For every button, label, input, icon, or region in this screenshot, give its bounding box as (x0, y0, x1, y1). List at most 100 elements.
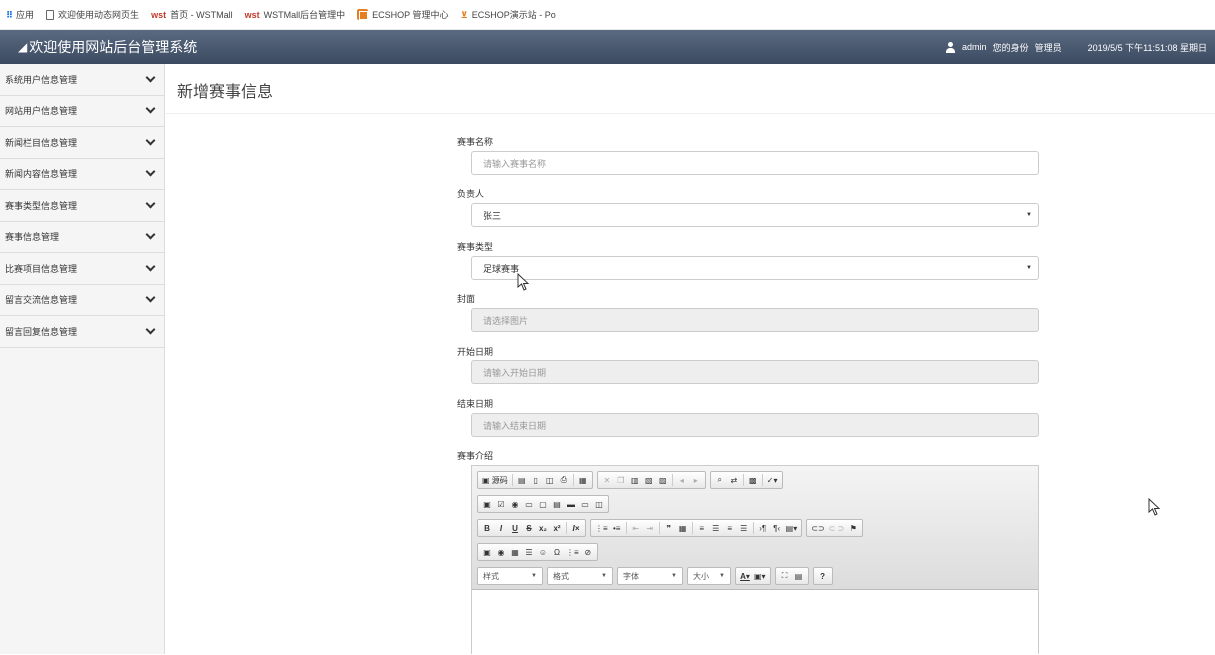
end-date-input[interactable]: 请输入结束日期 (471, 413, 1039, 437)
redo-icon[interactable]: ▸ (689, 472, 703, 488)
bookmark-ecshop-demo[interactable]: ⊻ ECSHOP演示站 - Po (460, 8, 555, 21)
flash-icon[interactable]: ◉ (494, 544, 508, 560)
sidebar-item-competition-items[interactable]: 比赛项目信息管理 (0, 253, 164, 285)
bookmark-wstmall-admin[interactable]: wst WSTMall后台管理中 (245, 8, 346, 21)
help-button[interactable]: ? (816, 568, 830, 584)
image-icon[interactable]: ▣ (480, 544, 494, 560)
div-container-icon[interactable]: ▦ (676, 520, 690, 536)
sidebar-item-event-types[interactable]: 赛事类型信息管理 (0, 190, 164, 222)
apps-icon: ⠿ (6, 9, 13, 20)
source-button[interactable]: ▣ 源码 (480, 472, 510, 488)
divider (166, 113, 1215, 114)
image-button-icon[interactable]: ▭ (578, 496, 592, 512)
sidebar-item-site-users[interactable]: 网站用户信息管理 (0, 95, 164, 127)
rtl-icon[interactable]: ¶‹ (770, 520, 784, 536)
paste-icon[interactable]: ▥ (628, 472, 642, 488)
toolbar-separator (671, 474, 673, 486)
remove-format-icon[interactable]: I× (569, 520, 583, 536)
table-icon[interactable]: ▦ (508, 544, 522, 560)
numbered-list-icon[interactable]: ⋮≡ (593, 520, 610, 536)
button-field-icon[interactable]: ▬ (564, 496, 578, 512)
align-right-icon[interactable]: ≡ (723, 520, 737, 536)
templates-icon[interactable]: ▦ (576, 472, 590, 488)
toolbar-separator (752, 522, 754, 534)
undo-icon[interactable]: ◂ (675, 472, 689, 488)
chevron-down-icon (145, 198, 156, 209)
select-all-icon[interactable]: ▩ (746, 472, 760, 488)
caret-down-icon: ▼ (531, 573, 537, 579)
event-name-input[interactable]: 请输入赛事名称 (471, 151, 1039, 175)
radio-icon[interactable]: ◉ (508, 496, 522, 512)
toolbar-group-paragraph: ⋮≡ •≡ ⇤ ⇥ ❞ ▦ ≡ ☰ ≡ ☰ ›¶ ¶‹ ▤▾ (590, 519, 803, 537)
cut-icon[interactable]: ✕ (600, 472, 614, 488)
save-icon[interactable]: ▤ (515, 472, 529, 488)
align-left-icon[interactable]: ≡ (695, 520, 709, 536)
find-icon[interactable]: ⌕ (713, 472, 727, 488)
event-type-select[interactable]: 足球赛事 ▼ (471, 256, 1039, 280)
subscript-icon[interactable]: x₂ (536, 520, 550, 536)
sidebar-item-events[interactable]: 赛事信息管理 (0, 221, 164, 253)
size-select[interactable]: 大小 ▼ (687, 567, 731, 585)
paste-text-icon[interactable]: ▧ (642, 472, 656, 488)
new-page-icon[interactable]: ▯ (529, 472, 543, 488)
cover-input[interactable]: 请选择图片 (471, 308, 1039, 332)
text-field-icon[interactable]: ▭ (522, 496, 536, 512)
indent-icon[interactable]: ⇥ (643, 520, 657, 536)
format-select[interactable]: 格式 ▼ (547, 567, 613, 585)
blockquote-icon[interactable]: ❞ (662, 520, 676, 536)
language-icon[interactable]: ▤▾ (784, 520, 800, 536)
select-field-icon[interactable]: ▤ (550, 496, 564, 512)
preview-icon[interactable]: ◫ (543, 472, 557, 488)
sidebar-item-system-users[interactable]: 系统用户信息管理 (0, 64, 164, 96)
font-select[interactable]: 字体 ▼ (617, 567, 683, 585)
form-icon[interactable]: ▣ (480, 496, 494, 512)
checkbox-icon[interactable]: ☑ (494, 496, 508, 512)
anchor-flag-icon[interactable]: ⚑ (846, 520, 860, 536)
bookmark-ecshop-admin[interactable]: ECSHOP 管理中心 (357, 8, 448, 21)
sidebar-item-news-columns[interactable]: 新闻栏目信息管理 (0, 127, 164, 159)
italic-icon[interactable]: I (494, 520, 508, 536)
bookmark-welcome[interactable]: 欢迎使用动态网页生 (46, 8, 139, 21)
text-color-icon[interactable]: A▾ (738, 568, 752, 584)
bulleted-list-icon[interactable]: •≡ (610, 520, 624, 536)
underline-icon[interactable]: U (508, 520, 522, 536)
iframe-icon[interactable]: ⊘ (581, 544, 595, 560)
bookmark-wstmall-home[interactable]: wst 首页 - WSTMall (151, 8, 233, 21)
start-date-input[interactable]: 请输入开始日期 (471, 360, 1039, 384)
print-icon[interactable]: ⎙ (557, 472, 571, 488)
field-label-start-date: 开始日期 (457, 347, 494, 357)
sidebar-item-messages[interactable]: 留言交流信息管理 (0, 284, 164, 316)
editor-content-area[interactable] (472, 590, 1038, 655)
page-break-icon[interactable]: ⋮≡ (564, 544, 581, 560)
outdent-icon[interactable]: ⇤ (629, 520, 643, 536)
copy-icon[interactable]: ❐ (614, 472, 628, 488)
link-icon[interactable]: ⊂⊃ (809, 520, 826, 536)
hidden-field-icon[interactable]: ◫ (592, 496, 606, 512)
strikethrough-icon[interactable]: S (522, 520, 536, 536)
sidebar-item-news-content[interactable]: 新闻内容信息管理 (0, 158, 164, 190)
manager-select[interactable]: 张三 ▼ (471, 203, 1039, 227)
show-blocks-icon[interactable]: ▤ (792, 568, 806, 584)
maximize-icon[interactable]: ⛶ (778, 568, 792, 584)
superscript-icon[interactable]: x² (550, 520, 564, 536)
align-center-icon[interactable]: ☰ (709, 520, 723, 536)
page-title: 新增赛事信息 (177, 84, 274, 101)
sidebar-item-replies[interactable]: 留言回复信息管理 (0, 316, 164, 348)
paste-word-icon[interactable]: ▨ (656, 472, 670, 488)
bold-icon[interactable]: B (480, 520, 494, 536)
spellcheck-icon[interactable]: ✓▾ (765, 472, 780, 488)
toolbar-group-find: ⌕ ⇄ ▩ ✓▾ (709, 471, 783, 489)
unlink-icon[interactable]: ⊂ ⊃ (827, 520, 847, 536)
smiley-icon[interactable]: ☺ (536, 544, 550, 560)
horizontal-line-icon[interactable]: ☰ (522, 544, 536, 560)
ltr-icon[interactable]: ›¶ (756, 520, 770, 536)
bookmark-apps[interactable]: ⠿ 应用 (6, 8, 34, 21)
background-color-icon[interactable]: ▣▾ (752, 568, 768, 584)
sidebar-item-label: 留言交流信息管理 (5, 295, 78, 306)
justify-icon[interactable]: ☰ (737, 520, 751, 536)
datetime: 2019/5/5 下午11:51:08 星期日 (1087, 42, 1207, 53)
replace-icon[interactable]: ⇄ (727, 472, 741, 488)
special-char-icon[interactable]: Ω (550, 544, 564, 560)
textarea-icon[interactable]: ▢ (536, 496, 550, 512)
styles-select[interactable]: 样式 ▼ (477, 567, 543, 585)
